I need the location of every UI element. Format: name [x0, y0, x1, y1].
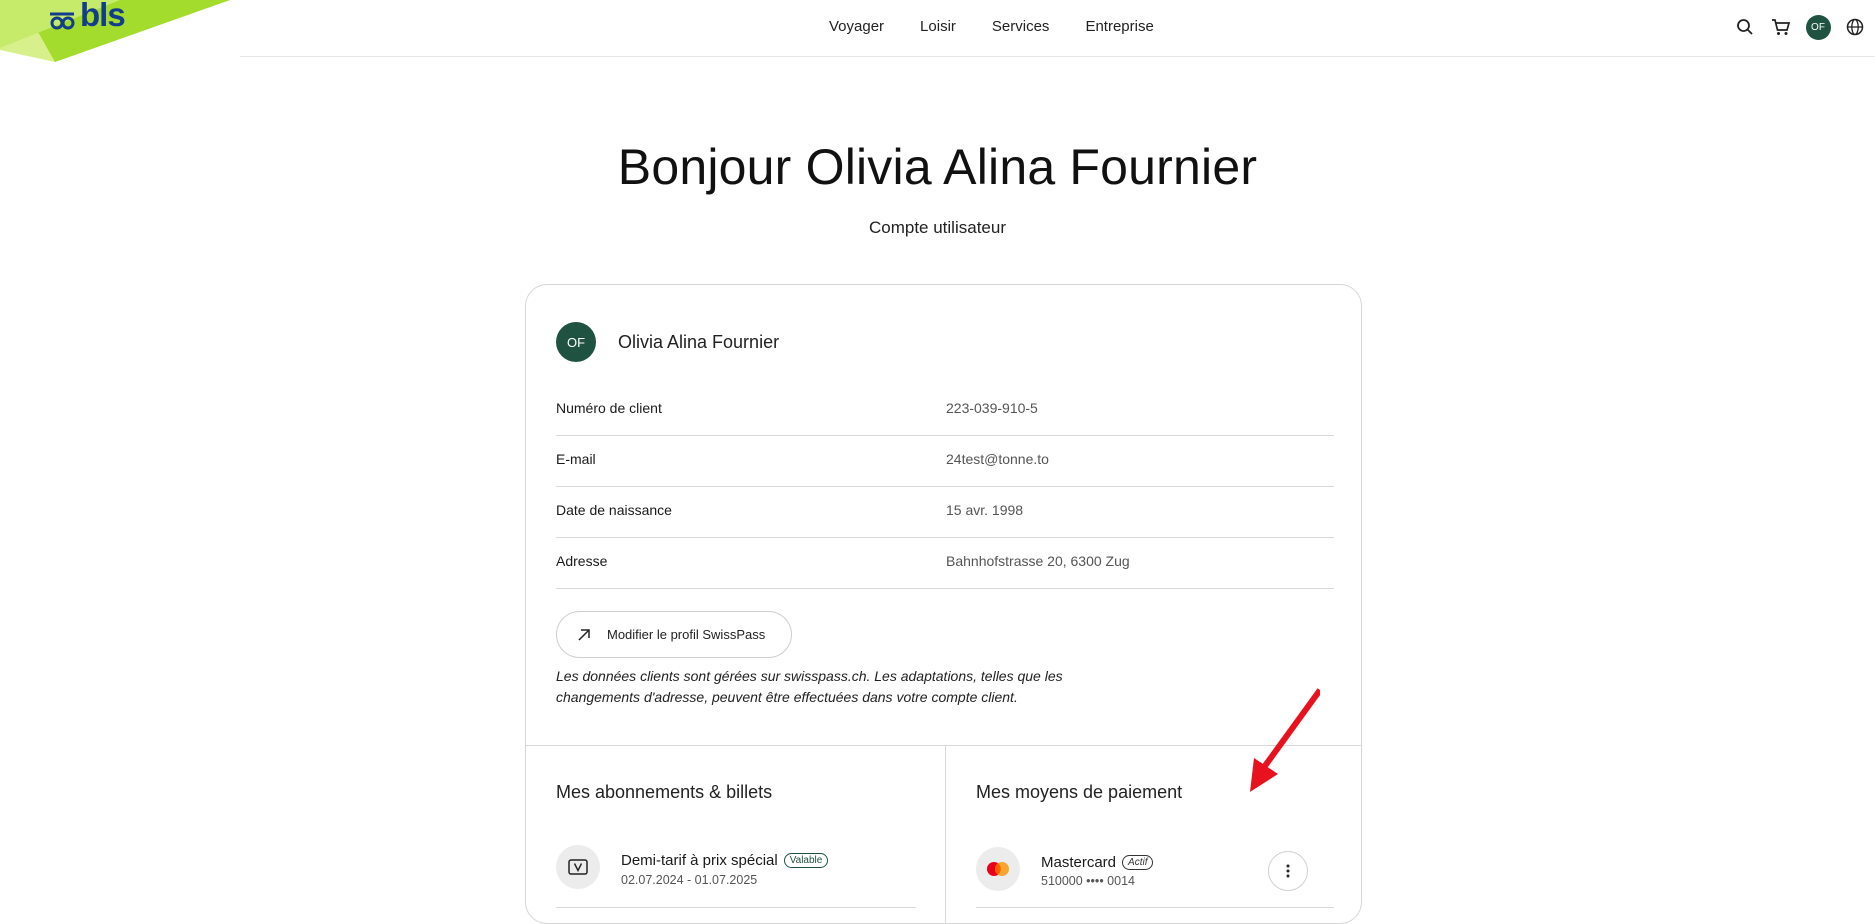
status-badge: Actif — [1122, 855, 1154, 870]
info-value: 223-039-910-5 — [946, 400, 1038, 416]
bls-logo-mark-icon — [50, 12, 75, 30]
status-badge: Valable — [783, 853, 829, 868]
header-divider — [240, 56, 1875, 57]
external-arrow-icon — [577, 627, 593, 643]
subscriptions-title: Mes abonnements & billets — [556, 782, 773, 802]
main-nav: Voyager Loisir Services Entreprise — [829, 17, 1172, 37]
info-value: 15 avr. 1998 — [946, 502, 1024, 518]
mastercard-icon — [976, 847, 1020, 891]
search-icon[interactable] — [1730, 12, 1760, 42]
list-divider — [976, 907, 1334, 908]
user-avatar-button[interactable]: OF — [1803, 12, 1833, 42]
subscription-name: Demi-tarif à prix spécial — [621, 852, 778, 869]
subscription-dates: 02.07.2024 - 01.07.2025 — [621, 873, 758, 887]
nav-entreprise[interactable]: Entreprise — [1085, 17, 1153, 37]
payment-card-number: 510000 •••• 0014 — [1041, 874, 1135, 888]
edit-swisspass-profile-button[interactable]: Modifier le profil SwissPass — [556, 611, 792, 658]
payment-name: Mastercard — [1041, 854, 1117, 871]
info-label: Adresse — [556, 553, 608, 569]
info-label: Numéro de client — [556, 400, 662, 416]
info-value: 24test@tonne.to — [946, 451, 1049, 467]
info-row-customer-number: Numéro de client 223-039-910-5 — [556, 384, 1334, 436]
payments-title: Mes moyens de paiement — [976, 782, 1183, 802]
avatar: OF — [1805, 14, 1831, 40]
top-header: bls Voyager Loisir Services Entreprise O… — [0, 0, 1875, 62]
cart-icon[interactable] — [1766, 12, 1796, 42]
page-title: Bonjour Olivia Alina Fournier — [617, 139, 1258, 195]
account-card: OF Olivia Alina Fournier Numéro de clien… — [525, 284, 1362, 924]
profile-name: Olivia Alina Fournier — [618, 332, 780, 352]
nav-voyager[interactable]: Voyager — [829, 17, 884, 37]
info-row-address: Adresse Bahnhofstrasse 20, 6300 Zug — [556, 537, 1334, 589]
logo-text: bls — [80, 0, 126, 33]
profile-avatar: OF — [556, 322, 596, 362]
payment-item[interactable]: Mastercard Actif — [1041, 854, 1154, 871]
nav-loisir[interactable]: Loisir — [920, 17, 956, 37]
bls-logo[interactable]: bls — [0, 0, 240, 62]
nav-services[interactable]: Services — [992, 17, 1050, 37]
swisspass-note: Les données clients sont gérées sur swis… — [556, 668, 1063, 705]
ticket-icon — [556, 845, 600, 889]
info-row-email: E-mail 24test@tonne.to — [556, 435, 1334, 487]
info-row-birthdate: Date de naissance 15 avr. 1998 — [556, 486, 1334, 538]
info-label: E-mail — [556, 451, 596, 467]
list-divider — [556, 907, 916, 908]
card-divider — [526, 745, 1361, 746]
more-options-button[interactable] — [1268, 851, 1308, 891]
column-divider — [945, 745, 946, 923]
annotation-arrow-icon — [1250, 688, 1320, 792]
globe-icon[interactable] — [1840, 12, 1870, 42]
info-label: Date de naissance — [556, 502, 672, 518]
more-vertical-icon — [1286, 864, 1290, 878]
subscription-item[interactable]: Demi-tarif à prix spécial Valable — [621, 852, 829, 869]
info-value: Bahnhofstrasse 20, 6300 Zug — [946, 553, 1130, 569]
page-subtitle: Compte utilisateur — [868, 218, 1006, 237]
edit-button-label: Modifier le profil SwissPass — [607, 627, 766, 642]
